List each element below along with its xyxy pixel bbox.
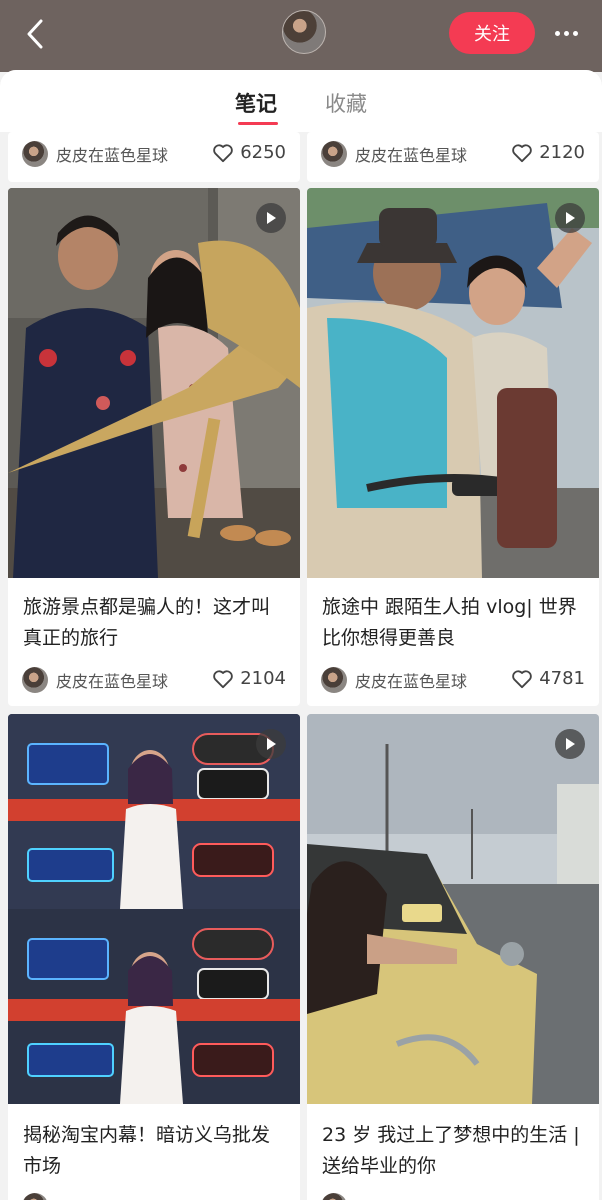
author-avatar xyxy=(22,141,48,167)
card-meta: 皮皮在蓝色星球 6250 xyxy=(22,136,300,172)
note-title[interactable]: 旅游景点都是骗人的！这才叫真正的旅行 xyxy=(23,592,285,654)
active-tab-indicator xyxy=(238,122,278,125)
tab-collections[interactable]: 收藏 xyxy=(325,88,367,118)
note-card[interactable]: 旅途中 跟陌生人拍 vlog| 世界比你想得更善良 皮皮在蓝色星球 4781 xyxy=(307,188,599,706)
note-card[interactable]: 23 岁 我过上了梦想中的生活 | 送给毕业的你 xyxy=(307,714,599,1200)
heart-icon xyxy=(512,143,532,162)
heart-icon xyxy=(213,143,233,162)
more-options-button[interactable] xyxy=(545,14,587,52)
back-chevron-icon xyxy=(27,19,43,49)
video-play-icon xyxy=(256,203,286,233)
video-play-icon xyxy=(555,729,585,759)
profile-avatar[interactable] xyxy=(282,10,326,54)
note-cover-image[interactable] xyxy=(8,188,300,578)
like-count-value: 6250 xyxy=(240,142,286,163)
author-avatar xyxy=(22,1193,48,1200)
like-count-value: 4781 xyxy=(539,668,585,689)
author-name: 皮皮在蓝色星球 xyxy=(56,146,169,165)
top-bar: 关注 xyxy=(0,0,602,72)
author-name: 皮皮在蓝色星球 xyxy=(56,672,169,691)
like-count[interactable]: 6250 xyxy=(212,142,286,163)
note-cover-image[interactable] xyxy=(307,714,599,1104)
note-card[interactable]: 揭秘淘宝内幕！暗访义乌批发市场 xyxy=(8,714,300,1200)
card-meta: 皮皮在蓝色星球 2120 xyxy=(321,136,599,172)
note-cover-image[interactable] xyxy=(307,188,599,578)
tab-bar: 笔记 收藏 xyxy=(0,70,602,132)
heart-icon xyxy=(213,669,233,688)
note-card[interactable]: 旅游景点都是骗人的！这才叫真正的旅行 皮皮在蓝色星球 2104 xyxy=(8,188,300,706)
author-name: 皮皮在蓝色星球 xyxy=(355,672,468,691)
video-play-icon xyxy=(555,203,585,233)
note-cover-image[interactable] xyxy=(8,714,300,1104)
follow-button[interactable]: 关注 xyxy=(449,12,535,54)
card-meta: 皮皮在蓝色星球 4781 xyxy=(321,662,599,698)
cover-photo-neon-signs xyxy=(8,714,300,1104)
card-meta xyxy=(321,1188,599,1200)
like-count-value: 2104 xyxy=(240,668,286,689)
note-title[interactable]: 揭秘淘宝内幕！暗访义乌批发市场 xyxy=(23,1120,285,1182)
author-avatar xyxy=(321,667,347,693)
like-count-value: 2120 xyxy=(539,142,585,163)
like-count[interactable]: 4781 xyxy=(511,668,585,689)
note-title[interactable]: 旅途中 跟陌生人拍 vlog| 世界比你想得更善良 xyxy=(322,592,584,654)
card-meta xyxy=(22,1188,300,1200)
author-name: 皮皮在蓝色星球 xyxy=(355,146,468,165)
card-meta: 皮皮在蓝色星球 2104 xyxy=(22,662,300,698)
notes-sheet: 笔记 收藏 皮皮在蓝色星球 6250 皮皮在蓝色星球 2120 旅游景点都是骗人… xyxy=(0,70,602,1200)
note-card-partial-left[interactable]: 皮皮在蓝色星球 6250 xyxy=(8,132,300,182)
like-count[interactable]: 2120 xyxy=(511,142,585,163)
heart-icon xyxy=(512,669,532,688)
like-count[interactable]: 2104 xyxy=(212,668,286,689)
note-title[interactable]: 23 岁 我过上了梦想中的生活 | 送给毕业的你 xyxy=(322,1120,584,1182)
cover-photo-yellow-convertible xyxy=(307,714,599,1104)
cover-photo-women-broom xyxy=(8,188,300,578)
author-avatar xyxy=(321,1193,347,1200)
back-button[interactable] xyxy=(18,14,52,54)
video-play-icon xyxy=(256,729,286,759)
tab-notes[interactable]: 笔记 xyxy=(235,88,277,118)
author-avatar xyxy=(22,667,48,693)
cover-photo-rickshaw xyxy=(307,188,599,578)
note-card-partial-right[interactable]: 皮皮在蓝色星球 2120 xyxy=(307,132,599,182)
more-dots-icon xyxy=(554,30,560,36)
author-avatar xyxy=(321,141,347,167)
